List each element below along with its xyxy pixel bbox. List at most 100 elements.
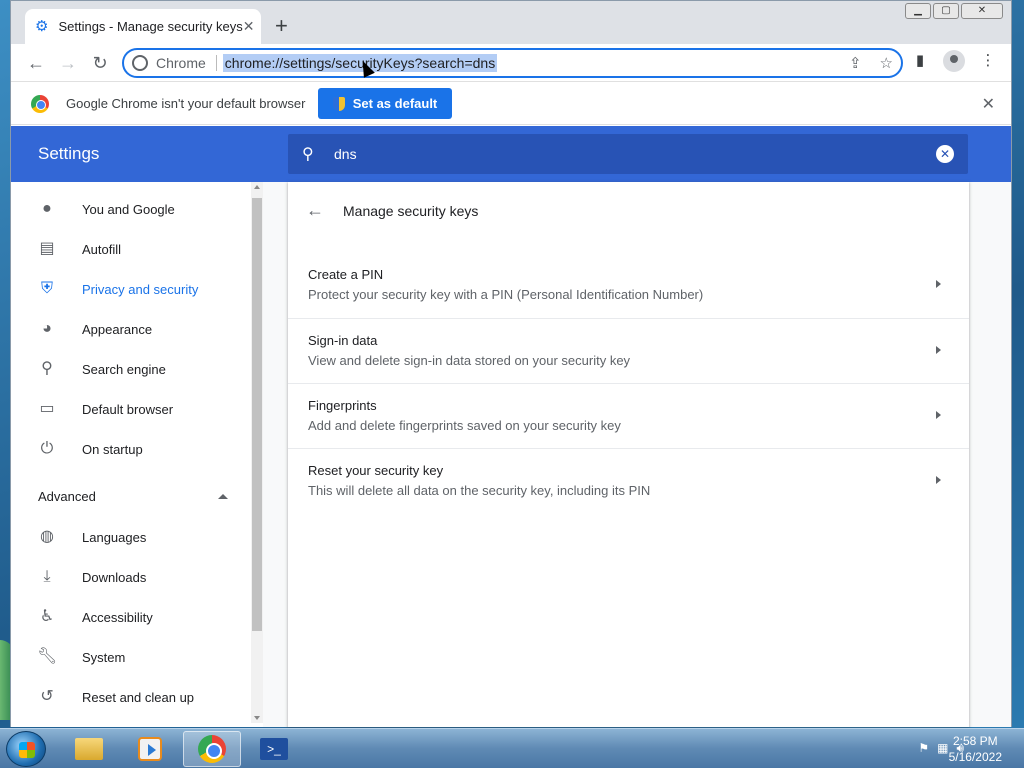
toolbar: ← → ↻ Chrome chrome://settings/securityK… [11,44,1011,81]
advanced-section-toggle[interactable]: Advanced [38,489,228,504]
sidebar-item-label: System [82,649,126,665]
close-window-button[interactable]: ✕ [961,3,1003,19]
scroll-up-icon[interactable] [254,185,260,189]
row-subtitle: Protect your security key with a PIN (Pe… [308,287,704,302]
create-pin-row[interactable]: Create a PIN Protect your security key w… [288,253,969,318]
download-icon: ⤓ [43,568,51,585]
profile-avatar[interactable] [943,50,965,72]
taskbar-powershell[interactable]: >_ [245,731,303,767]
row-title: Reset your security key [308,463,444,478]
action-center-flag-icon[interactable]: ⚑ [918,741,929,756]
new-tab-button[interactable]: + [275,15,288,37]
restore-icon: ↺ [40,688,54,705]
settings-header: Settings ⚲ dns ✕ [11,126,1011,182]
clear-search-icon[interactable]: ✕ [936,145,954,163]
search-icon: ⚲ [41,360,53,377]
back-icon[interactable]: ← [22,49,50,77]
row-title: Fingerprints [308,398,377,413]
infobar-message: Google Chrome isn't your default browser [66,96,306,111]
chevron-right-icon [936,411,941,419]
chrome-site-icon [132,55,148,71]
taskbar-chrome[interactable] [183,731,241,767]
clipboard-icon: ▤ [39,240,55,257]
sidebar-item-label: Downloads [82,569,147,585]
reset-security-key-row[interactable]: Reset your security key This will delete… [288,448,969,513]
sidebar-item-system[interactable]: 🔧︎ System [11,637,251,677]
taskbar-explorer[interactable] [60,731,118,767]
wrench-icon: 🔧︎ [37,648,58,665]
scroll-down-icon[interactable] [254,716,260,720]
sidebar-item-label: Appearance [82,321,153,337]
sidebar-item-label: On startup [82,441,143,457]
sidebar-item-languages[interactable]: ◍ Languages [11,517,251,557]
sidebar-item-label: Accessibility [82,609,153,625]
close-tab-icon[interactable]: ✕ [243,18,255,35]
search-icon: ⚲ [302,146,314,163]
globe-icon: ◍ [40,528,54,545]
sidebar-item-downloads[interactable]: ⤓ Downloads [11,557,251,597]
sidebar-scrollbar[interactable] [251,182,263,723]
set-as-default-label: Set as default [352,96,438,111]
clock-date: 5/16/2022 [948,750,1002,764]
browser-window: ⚙ Settings - Manage security keys ✕ + ▁ … [10,0,1012,727]
sidebar-item-label: You and Google [82,201,175,217]
row-subtitle: View and delete sign-in data stored on y… [308,353,631,368]
reload-icon[interactable]: ↻ [86,49,114,77]
minimize-button[interactable]: ▁ [905,3,931,19]
settings-sidebar: ● You and Google ▤ Autofill ⛨ Privacy an… [11,182,263,727]
chevron-up-icon [218,494,228,499]
window-controls: ▁ ▢ ✕ [905,3,1003,19]
sidebar-item-label: Default browser [82,401,174,417]
address-bar[interactable]: Chrome chrome://settings/securityKeys?se… [122,48,903,78]
sidebar-item-reset-and-clean-up[interactable]: ↺ Reset and clean up [11,677,251,717]
sidebar-item-search-engine[interactable]: ⚲ Search engine [11,349,251,389]
row-title: Sign-in data [308,333,378,348]
sidebar-item-you-and-google[interactable]: ● You and Google [11,189,251,229]
page-title: Manage security keys [343,203,479,219]
row-subtitle: Add and delete fingerprints saved on you… [308,418,621,433]
share-icon[interactable]: ⇪ [849,54,862,72]
close-infobar-icon[interactable]: ✕ [982,94,995,114]
maximize-button[interactable]: ▢ [933,3,959,19]
set-as-default-button[interactable]: Set as default [318,88,452,119]
gear-icon: ⚙ [35,17,49,35]
menu-kebab-icon[interactable]: ⋮ [977,50,999,72]
chevron-right-icon [936,346,941,354]
palette-icon: ◕ [42,320,52,337]
chrome-icon [198,735,226,763]
taskbar-media-player[interactable] [121,731,179,767]
forward-icon[interactable]: → [54,49,82,77]
uac-shield-icon [332,96,345,111]
sidebar-item-on-startup[interactable]: ⏻ On startup [11,429,251,469]
browser-icon: ▭ [39,400,55,417]
clock[interactable]: 2:58 PM 5/16/2022 [949,733,1002,765]
clock-time: 2:58 PM [952,734,998,748]
sidebar-item-autofill[interactable]: ▤ Autofill [11,229,251,269]
search-value[interactable]: dns [334,146,357,162]
taskbar: >_ ⚑ ▦ 🔊︎ 2:58 PM 5/16/2022 [0,728,1024,768]
sign-in-data-row[interactable]: Sign-in data View and delete sign-in dat… [288,318,969,383]
bookmark-star-icon[interactable]: ☆ [880,54,893,72]
windows-logo-icon [19,742,35,758]
sidebar-item-label: Search engine [82,361,166,377]
settings-search-input[interactable]: ⚲ dns ✕ [288,134,968,174]
shield-icon: ⛨ [40,280,53,297]
tab-settings[interactable]: ⚙ Settings - Manage security keys ✕ [25,9,261,44]
settings-title: Settings [38,144,100,163]
start-button[interactable] [6,731,46,767]
sidebar-item-default-browser[interactable]: ▭ Default browser [11,389,251,429]
tab-title: Settings - Manage security keys [58,19,243,34]
site-chip: Chrome [156,55,217,71]
scrollbar-thumb[interactable] [252,198,262,631]
advanced-label: Advanced [38,489,96,504]
sidebar-item-accessibility[interactable]: ♿ Accessibility [11,597,251,637]
network-icon[interactable]: ▦ [937,741,948,756]
sidebar-item-appearance[interactable]: ◕ Appearance [11,309,251,349]
fingerprints-row[interactable]: Fingerprints Add and delete fingerprints… [288,383,969,448]
default-browser-infobar: Google Chrome isn't your default browser… [11,81,1011,125]
accessibility-icon: ♿ [39,608,55,625]
sidebar-item-label: Autofill [82,241,122,257]
sidebar-item-privacy-and-security[interactable]: ⛨ Privacy and security [11,269,251,309]
side-panel-icon[interactable]: ▮ [909,50,931,72]
back-arrow-icon[interactable]: ← [306,200,324,221]
